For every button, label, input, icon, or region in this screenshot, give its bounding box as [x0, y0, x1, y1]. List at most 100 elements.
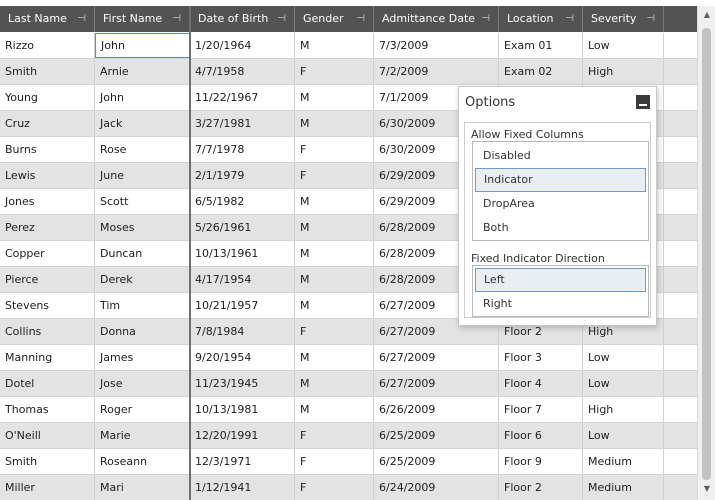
cell-location[interactable]: Floor 4 — [499, 371, 583, 396]
direction-option-right[interactable]: Right — [475, 292, 646, 316]
cell-admittance-date[interactable]: 6/26/2009 — [374, 397, 499, 422]
cell-severity[interactable]: High — [583, 397, 664, 422]
cell-gender[interactable]: F — [295, 163, 374, 188]
direction-option-left[interactable]: Left — [475, 268, 646, 292]
cell-first-name[interactable]: June — [95, 163, 190, 188]
cell-gender[interactable]: M — [295, 33, 374, 58]
cell-admittance-date[interactable]: 6/27/2009 — [374, 345, 499, 370]
cell-severity[interactable]: Low — [583, 423, 664, 448]
cell-first-name[interactable]: Arnie — [95, 59, 190, 84]
column-header-gender[interactable]: Gender ⊣ — [295, 6, 374, 32]
cell-first-name[interactable]: Moses — [95, 215, 190, 240]
pin-icon[interactable]: ⊣ — [646, 6, 655, 32]
cell-date-of-birth[interactable]: 7/7/1978 — [190, 137, 295, 162]
cell-location[interactable]: Floor 6 — [499, 423, 583, 448]
cell-date-of-birth[interactable]: 9/20/1954 — [190, 345, 295, 370]
cell-gender[interactable]: M — [295, 189, 374, 214]
minimize-icon[interactable] — [636, 95, 650, 109]
table-row[interactable]: Rizzo John 1/20/1964 M 7/3/2009 Exam 01 Low — [0, 33, 697, 59]
table-row[interactable]: Thomas Roger 10/13/1981 M 6/26/2009 Floor 7 Hi… — [0, 397, 697, 423]
cell-date-of-birth[interactable]: 10/13/1981 — [190, 397, 295, 422]
scrollbar-thumb[interactable] — [702, 28, 711, 480]
cell-last-name[interactable]: Dotel — [0, 371, 95, 396]
cell-admittance-date[interactable]: 6/24/2009 — [374, 475, 499, 500]
cell-last-name[interactable]: Copper — [0, 241, 95, 266]
cell-location[interactable]: Floor 9 — [499, 449, 583, 474]
allow-fixed-option-indicator[interactable]: Indicator — [475, 168, 646, 192]
cell-first-name[interactable]: Derek — [95, 267, 190, 292]
cell-date-of-birth[interactable]: 11/23/1945 — [190, 371, 295, 396]
cell-last-name[interactable]: Manning — [0, 345, 95, 370]
cell-severity[interactable]: Low — [583, 345, 664, 370]
cell-last-name[interactable]: Perez — [0, 215, 95, 240]
cell-date-of-birth[interactable]: 11/22/1967 — [190, 85, 295, 110]
cell-date-of-birth[interactable]: 10/21/1957 — [190, 293, 295, 318]
cell-first-name[interactable]: Jack — [95, 111, 190, 136]
cell-date-of-birth[interactable]: 3/27/1981 — [190, 111, 295, 136]
vertical-scrollbar[interactable]: ▲ ▼ — [697, 6, 715, 500]
cell-first-name[interactable]: Donna — [95, 319, 190, 344]
allow-fixed-option-disabled[interactable]: Disabled — [475, 144, 646, 168]
cell-severity[interactable]: Low — [583, 33, 664, 58]
cell-gender[interactable]: M — [295, 293, 374, 318]
cell-location[interactable]: Floor 7 — [499, 397, 583, 422]
table-row[interactable]: O'Neill Marie 12/20/1991 F 6/25/2009 Floor 6L… — [0, 423, 697, 449]
table-row[interactable]: Dotel Jose 11/23/1945 M 6/27/2009 Floor 4 Low — [0, 371, 697, 397]
cell-gender[interactable]: F — [295, 319, 374, 344]
allow-fixed-option-droparea[interactable]: DropArea — [475, 192, 646, 216]
cell-severity[interactable]: High — [583, 59, 664, 84]
cell-last-name[interactable]: Collins — [0, 319, 95, 344]
pin-icon[interactable]: ⊣ — [356, 6, 365, 32]
table-row[interactable]: Miller Mari 1/12/1941 F 6/24/2009 Floor 2 Medi… — [0, 475, 697, 500]
cell-location[interactable]: Exam 02 — [499, 59, 583, 84]
cell-date-of-birth[interactable]: 6/5/1982 — [190, 189, 295, 214]
allow-fixed-option-both[interactable]: Both — [475, 216, 646, 240]
cell-last-name[interactable]: Pierce — [0, 267, 95, 292]
cell-first-name[interactable]: Rose — [95, 137, 190, 162]
cell-first-name[interactable]: Jose — [95, 371, 190, 396]
column-header-severity[interactable]: Severity ⊣ — [583, 6, 664, 32]
column-header-admittance-date[interactable]: Admittance Date ⊣ — [374, 6, 499, 32]
table-row[interactable]: Smith Arnie 4/7/1958 F 7/2/2009 Exam 02 High — [0, 59, 697, 85]
cell-gender[interactable]: M — [295, 371, 374, 396]
cell-location[interactable]: Exam 01 — [499, 33, 583, 58]
cell-gender[interactable]: M — [295, 241, 374, 266]
table-row[interactable]: Smith Roseann 12/3/1971 F 6/25/2009 Floor 9 Me… — [0, 449, 697, 475]
cell-admittance-date[interactable]: 7/2/2009 — [374, 59, 499, 84]
cell-last-name[interactable]: Rizzo — [0, 33, 95, 58]
cell-location[interactable]: Floor 3 — [499, 345, 583, 370]
cell-first-name[interactable]: Marie — [95, 423, 190, 448]
cell-gender[interactable]: F — [295, 137, 374, 162]
column-header-date-of-birth[interactable]: Date of Birth ⊣ — [190, 6, 295, 32]
cell-severity[interactable]: Medium — [583, 449, 664, 474]
cell-first-name[interactable]: Duncan — [95, 241, 190, 266]
cell-last-name[interactable]: Burns — [0, 137, 95, 162]
cell-gender[interactable]: M — [295, 215, 374, 240]
column-header-first-name[interactable]: First Name ⊣ — [95, 6, 190, 32]
cell-date-of-birth[interactable]: 4/7/1958 — [190, 59, 295, 84]
fixed-columns-indicator[interactable] — [189, 6, 191, 500]
pin-icon[interactable]: ⊣ — [77, 6, 86, 32]
cell-first-name[interactable]: Roseann — [95, 449, 190, 474]
cell-date-of-birth[interactable]: 4/17/1954 — [190, 267, 295, 292]
cell-first-name[interactable]: John — [95, 33, 190, 58]
cell-last-name[interactable]: Young — [0, 85, 95, 110]
cell-gender[interactable]: F — [295, 59, 374, 84]
cell-admittance-date[interactable]: 6/27/2009 — [374, 371, 499, 396]
cell-last-name[interactable]: Smith — [0, 59, 95, 84]
cell-date-of-birth[interactable]: 5/26/1961 — [190, 215, 295, 240]
cell-date-of-birth[interactable]: 10/13/1961 — [190, 241, 295, 266]
scroll-down-icon[interactable]: ▼ — [702, 484, 712, 494]
cell-gender[interactable]: M — [295, 111, 374, 136]
cell-date-of-birth[interactable]: 1/20/1964 — [190, 33, 295, 58]
cell-last-name[interactable]: Thomas — [0, 397, 95, 422]
cell-date-of-birth[interactable]: 7/8/1984 — [190, 319, 295, 344]
cell-first-name[interactable]: Roger — [95, 397, 190, 422]
column-header-last-name[interactable]: Last Name ⊣ — [0, 6, 95, 32]
cell-gender[interactable]: M — [295, 397, 374, 422]
cell-last-name[interactable]: Miller — [0, 475, 95, 500]
cell-gender[interactable]: M — [295, 85, 374, 110]
pin-icon[interactable]: ⊣ — [172, 6, 181, 32]
cell-location[interactable]: Floor 2 — [499, 475, 583, 500]
cell-admittance-date[interactable]: 6/25/2009 — [374, 449, 499, 474]
